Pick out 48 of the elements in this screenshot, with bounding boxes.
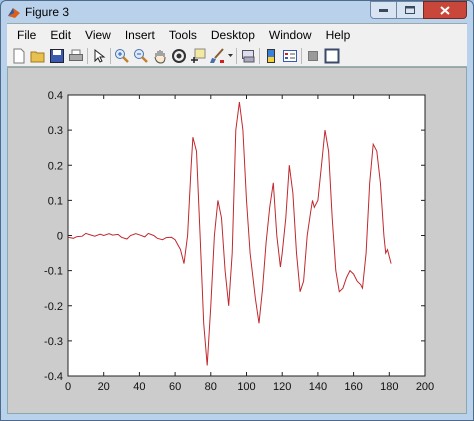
menu-item[interactable]: Edit — [44, 26, 78, 44]
hand-icon[interactable] — [152, 48, 168, 64]
maximize-icon — [405, 6, 415, 14]
x-tick-label: 20 — [98, 381, 110, 393]
new-file-icon[interactable] — [11, 48, 27, 64]
window-icon[interactable] — [324, 48, 340, 64]
y-tick-label: -0.4 — [44, 371, 63, 383]
x-tick-label: 80 — [204, 381, 217, 393]
data-cursor-icon[interactable] — [190, 48, 206, 64]
close-icon — [440, 6, 450, 14]
printer-icon[interactable] — [68, 48, 84, 64]
x-tick-label: 40 — [133, 381, 146, 393]
y-tick-label: -0.2 — [44, 300, 63, 313]
x-tick-label: 200 — [416, 381, 434, 393]
x-tick-label: 100 — [237, 381, 256, 393]
menu-item[interactable]: File — [11, 26, 42, 44]
menu-item[interactable]: Desktop — [204, 26, 261, 44]
y-tick-label: -0.1 — [44, 266, 63, 278]
y-tick-label: 0.4 — [48, 90, 63, 102]
y-tick-label: 0.3 — [48, 125, 63, 138]
close-button[interactable] — [423, 1, 467, 19]
x-tick-label: 120 — [273, 381, 292, 393]
menu-item[interactable]: Tools — [162, 26, 203, 44]
linked-plot-icon[interactable] — [240, 48, 256, 64]
x-tick-label: 140 — [308, 381, 328, 393]
caret-icon[interactable] — [228, 54, 233, 58]
y-tick-label: -0.3 — [44, 336, 63, 348]
menu-item[interactable]: Insert — [118, 26, 161, 44]
maximize-button[interactable] — [397, 1, 423, 19]
zoom-in-icon[interactable] — [114, 48, 130, 64]
brush-icon[interactable] — [209, 48, 225, 64]
zoom-out-icon[interactable] — [133, 48, 149, 64]
x-tick-label: 160 — [344, 381, 363, 393]
menu-item[interactable]: Help — [320, 26, 356, 44]
y-tick-label: 0.1 — [48, 195, 63, 208]
x-tick-label: 60 — [168, 381, 182, 393]
app-logo-icon — [7, 5, 21, 19]
legend-icon[interactable] — [282, 48, 298, 64]
y-tick-label: 0.2 — [48, 160, 63, 172]
minimize-icon — [379, 8, 388, 12]
y-tick-label: 0 — [56, 230, 63, 242]
window-title: Figure 3 — [25, 4, 70, 21]
menu-item[interactable]: Window — [262, 26, 318, 44]
save-icon[interactable] — [49, 48, 65, 64]
minimize-button[interactable] — [370, 1, 397, 19]
x-tick-label: 180 — [380, 381, 398, 393]
x-tick-label: 0 — [64, 381, 72, 393]
menu-item[interactable]: View — [79, 26, 117, 44]
